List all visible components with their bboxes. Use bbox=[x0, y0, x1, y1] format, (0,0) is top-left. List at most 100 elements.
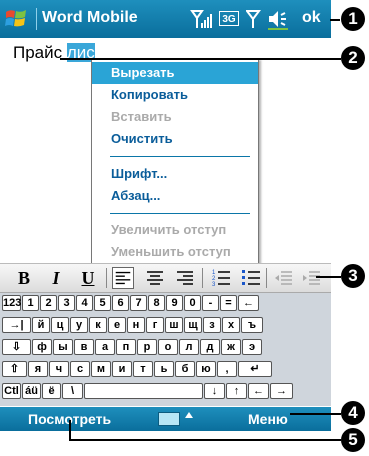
keyboard-key[interactable]: 0 bbox=[184, 295, 201, 311]
keyboard-key[interactable]: ш bbox=[165, 317, 183, 333]
keyboard-key[interactable]: ю bbox=[196, 361, 216, 377]
align-right-icon[interactable] bbox=[174, 267, 196, 289]
bulleted-list-icon[interactable] bbox=[240, 267, 262, 289]
signal-strength-icon bbox=[190, 10, 212, 28]
keyboard-key[interactable]: \ bbox=[62, 383, 83, 399]
keyboard-icon[interactable] bbox=[158, 412, 180, 426]
menu-item-cut[interactable]: Вырезать bbox=[92, 62, 258, 84]
volume-icon[interactable] bbox=[266, 8, 294, 30]
keyboard-key[interactable]: ъ bbox=[241, 317, 263, 333]
document-text[interactable]: Прайс лис bbox=[13, 43, 95, 63]
keyboard-key[interactable]: ← bbox=[248, 383, 269, 399]
keyboard-key[interactable]: л bbox=[179, 339, 199, 355]
keyboard-key[interactable]: ж bbox=[221, 339, 241, 355]
context-menu: Вырезать Копировать Вставить Очистить Шр… bbox=[91, 58, 259, 265]
keyboard-key[interactable]: 9 bbox=[166, 295, 183, 311]
keyboard-key[interactable]: н bbox=[127, 317, 145, 333]
keyboard-key[interactable]: = bbox=[220, 295, 237, 311]
callout-marker-5: 5 bbox=[341, 428, 365, 452]
keyboard-key[interactable]: э bbox=[242, 339, 262, 355]
keyboard-key[interactable]: у bbox=[70, 317, 88, 333]
chevron-up-icon[interactable] bbox=[185, 412, 193, 418]
keyboard-key[interactable]: д bbox=[200, 339, 220, 355]
keyboard-key[interactable]: 3 bbox=[58, 295, 75, 311]
app-title: Word Mobile bbox=[42, 9, 138, 26]
keyboard-key[interactable]: - bbox=[202, 295, 219, 311]
callout-line bbox=[316, 276, 341, 278]
keyboard-key[interactable]: с bbox=[70, 361, 90, 377]
space-key[interactable] bbox=[84, 383, 203, 399]
callout-marker-1: 1 bbox=[341, 7, 365, 31]
keyboard-key[interactable]: е bbox=[108, 317, 126, 333]
keyboard-key[interactable]: з bbox=[203, 317, 221, 333]
keyboard-key[interactable]: б bbox=[175, 361, 195, 377]
keyboard-key[interactable]: ← bbox=[238, 295, 259, 311]
toolbar-divider bbox=[266, 268, 267, 288]
menu-separator bbox=[110, 156, 250, 157]
bold-button[interactable]: B bbox=[14, 267, 34, 289]
keyboard-key[interactable]: в bbox=[74, 339, 94, 355]
keyboard-key[interactable]: м bbox=[91, 361, 111, 377]
keyboard-key[interactable]: р bbox=[137, 339, 157, 355]
italic-button[interactable]: I bbox=[46, 267, 66, 289]
keyboard-key[interactable]: я bbox=[28, 361, 48, 377]
on-screen-keyboard: 123 1 2 3 4 5 6 7 8 9 0- = ← →| й ц у к е н г ш щ з х ъ ⇩ ф ы в а п р о л д… bbox=[0, 293, 331, 406]
menu-item-paragraph[interactable]: Абзац... bbox=[92, 185, 258, 207]
keyboard-key[interactable]: , bbox=[217, 361, 237, 377]
keyboard-key[interactable]: щ bbox=[184, 317, 202, 333]
format-toolbar: B I U 123 bbox=[0, 263, 331, 293]
data-connection-icon bbox=[246, 10, 261, 28]
keyboard-key[interactable]: ф bbox=[32, 339, 52, 355]
keyboard-key[interactable]: ч bbox=[49, 361, 69, 377]
keyboard-key[interactable]: 6 bbox=[112, 295, 129, 311]
keyboard-key[interactable]: 7 bbox=[130, 295, 147, 311]
keyboard-key[interactable]: ⇩ bbox=[2, 339, 31, 355]
keyboard-key[interactable]: 123 bbox=[2, 295, 21, 311]
underline-button[interactable]: U bbox=[78, 267, 98, 289]
network-3g-icon: 3G bbox=[219, 11, 239, 26]
document-text-plain: Прайс bbox=[13, 43, 67, 62]
keyboard-key[interactable]: и bbox=[112, 361, 132, 377]
keyboard-key[interactable]: ↑ bbox=[226, 383, 247, 399]
callout-marker-3: 3 bbox=[341, 264, 365, 288]
keyboard-key[interactable]: й bbox=[32, 317, 50, 333]
keyboard-key[interactable]: ь bbox=[154, 361, 174, 377]
keyboard-key[interactable]: к bbox=[89, 317, 107, 333]
keyboard-key[interactable]: ↓ bbox=[204, 383, 225, 399]
keyboard-key[interactable]: п bbox=[116, 339, 136, 355]
menu-item-clear[interactable]: Очистить bbox=[92, 128, 258, 150]
numbered-list-icon[interactable]: 123 bbox=[210, 267, 232, 289]
keyboard-key[interactable]: ц bbox=[51, 317, 69, 333]
menu-softkey[interactable]: Меню bbox=[248, 411, 288, 427]
keyboard-key[interactable]: áü bbox=[22, 383, 41, 399]
keyboard-key[interactable]: ы bbox=[53, 339, 73, 355]
keyboard-key[interactable]: 5 bbox=[94, 295, 111, 311]
menu-item-decrease-indent: Уменьшить отступ bbox=[111, 244, 231, 259]
keyboard-key[interactable]: 4 bbox=[76, 295, 93, 311]
keyboard-key[interactable]: 8 bbox=[148, 295, 165, 311]
keyboard-key[interactable]: →| bbox=[2, 317, 31, 333]
windows-start-icon[interactable] bbox=[4, 6, 30, 32]
callout-line bbox=[69, 420, 71, 440]
keyboard-key[interactable]: → bbox=[270, 383, 293, 399]
menu-item-copy[interactable]: Копировать bbox=[92, 84, 258, 106]
keyboard-key[interactable]: а bbox=[95, 339, 115, 355]
keyboard-key[interactable]: ё bbox=[42, 383, 61, 399]
align-left-icon[interactable] bbox=[112, 267, 134, 289]
keyboard-key[interactable]: о bbox=[158, 339, 178, 355]
keyboard-key[interactable]: ↵ bbox=[238, 361, 272, 377]
ok-button[interactable]: ok bbox=[302, 9, 321, 27]
menu-item-font[interactable]: Шрифт... bbox=[92, 163, 258, 185]
keyboard-key[interactable]: х bbox=[222, 317, 240, 333]
keyboard-key[interactable]: 1 bbox=[22, 295, 39, 311]
keyboard-key[interactable]: Ctl bbox=[2, 383, 21, 399]
keyboard-key[interactable]: 2 bbox=[40, 295, 57, 311]
menu-item-paste: Вставить bbox=[111, 109, 172, 124]
keyboard-key[interactable]: ⇧ bbox=[2, 361, 27, 377]
keyboard-key[interactable]: г bbox=[146, 317, 164, 333]
toolbar-divider bbox=[106, 268, 107, 288]
keyboard-key[interactable]: т bbox=[133, 361, 153, 377]
callout-marker-2: 2 bbox=[341, 46, 365, 70]
callout-line bbox=[60, 58, 341, 60]
align-center-icon[interactable] bbox=[144, 267, 166, 289]
